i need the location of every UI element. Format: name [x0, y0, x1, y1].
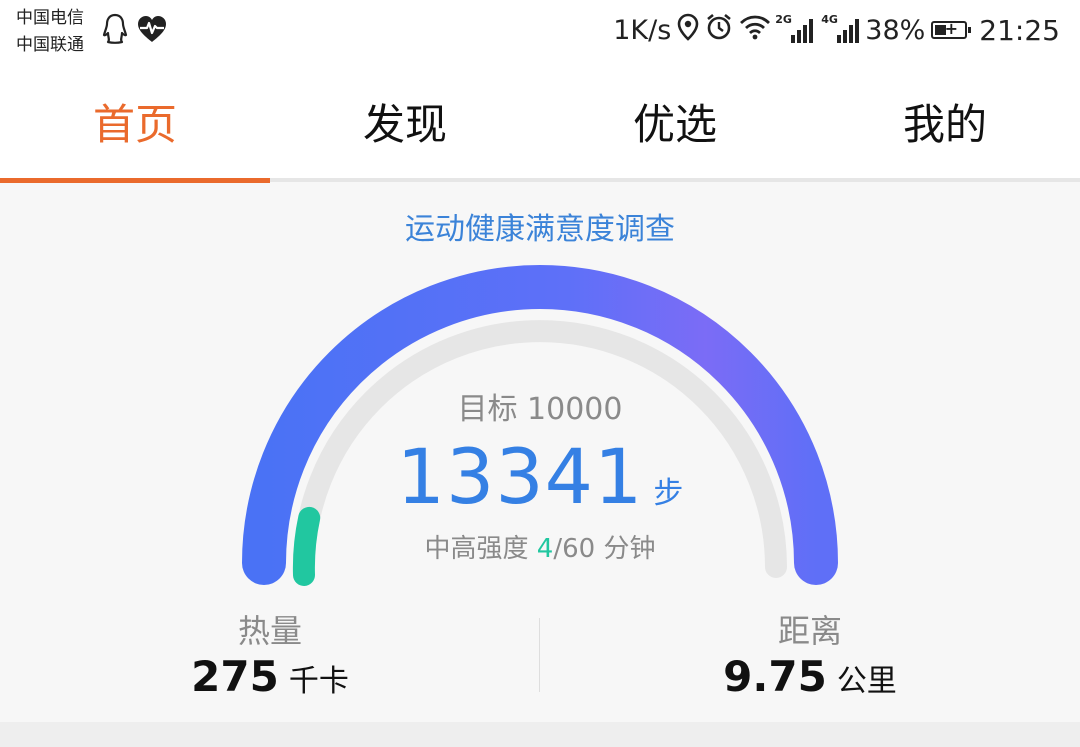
distance-value-row: 9.75 公里 [690, 652, 930, 701]
calories-value: 275 [191, 652, 279, 701]
intensity-total: /60 分钟 [553, 534, 656, 564]
step-unit: 步 [653, 476, 684, 511]
step-count: 13341 [396, 432, 644, 521]
intensity-text: 中高强度 4/60 分钟 [0, 528, 1080, 565]
calories-unit: 千卡 [288, 664, 349, 699]
distance-unit: 公里 [836, 664, 897, 699]
goal-text: 目标 10000 [457, 392, 623, 427]
steps-gauge[interactable] [0, 0, 1080, 747]
intensity-label: 中高强度 [424, 534, 537, 564]
intensity-current: 4 [536, 534, 554, 564]
distance-label: 距离 [777, 612, 842, 650]
calories-stat[interactable]: 热量 [170, 606, 370, 652]
steps-display: 13341 步 [0, 432, 1080, 521]
calories-value-row: 275 千卡 [150, 652, 390, 701]
distance-stat[interactable]: 距离 [710, 606, 910, 652]
bottom-separator [0, 722, 1080, 747]
distance-value: 9.75 [723, 652, 827, 701]
calories-label: 热量 [237, 612, 302, 650]
stats-divider [539, 618, 540, 692]
